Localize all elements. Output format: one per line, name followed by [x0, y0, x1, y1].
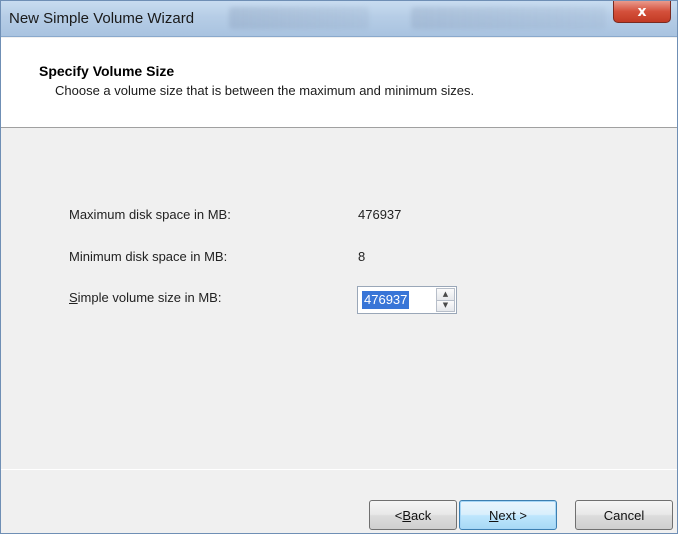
volume-size-label-accelerator: S — [69, 290, 78, 305]
decrement-button[interactable]: ▼ — [436, 300, 455, 312]
spin-down-arrow-icon: ▼ — [442, 301, 449, 310]
cancel-button[interactable]: Cancel — [575, 500, 673, 530]
wizard-window: New Simple Volume Wizard x Specify Volum… — [0, 0, 678, 534]
title-bar[interactable]: New Simple Volume Wizard x — [1, 1, 677, 37]
min-disk-space-value: 8 — [358, 249, 366, 264]
next-button[interactable]: Next > — [459, 500, 557, 530]
window-title: New Simple Volume Wizard — [9, 10, 195, 27]
max-disk-space-value: 476937 — [358, 207, 402, 222]
back-button-prefix: < — [394, 507, 403, 523]
page-subtitle: Choose a volume size that is between the… — [55, 83, 475, 98]
increment-button[interactable]: ▲ — [436, 288, 455, 301]
volume-size-selected-text[interactable]: 476937 — [362, 291, 410, 309]
max-disk-space-label: Maximum disk space in MB: — [69, 207, 231, 222]
volume-size-stepper[interactable]: 476937 ▲ ▼ — [357, 286, 457, 314]
blurred-background-region — [411, 7, 606, 29]
stepper-buttons: ▲ ▼ — [436, 288, 455, 312]
volume-size-label-text: imple volume size in MB: — [77, 290, 222, 305]
spin-up-arrow-icon: ▲ — [442, 289, 449, 298]
next-button-accelerator: N — [489, 507, 499, 523]
close-icon: x — [637, 3, 647, 20]
close-button[interactable]: x — [613, 1, 671, 23]
page-title: Specify Volume Size — [39, 63, 175, 79]
blurred-background-region — [229, 7, 369, 29]
min-disk-space-label: Minimum disk space in MB: — [69, 249, 228, 264]
volume-size-label: Simple volume size in MB: — [69, 290, 221, 305]
next-button-text: ext > — [498, 507, 527, 523]
footer-divider — [1, 469, 677, 470]
back-button[interactable]: < Back — [369, 500, 457, 530]
back-button-text: ack — [411, 507, 432, 523]
back-button-accelerator: B — [402, 507, 412, 523]
